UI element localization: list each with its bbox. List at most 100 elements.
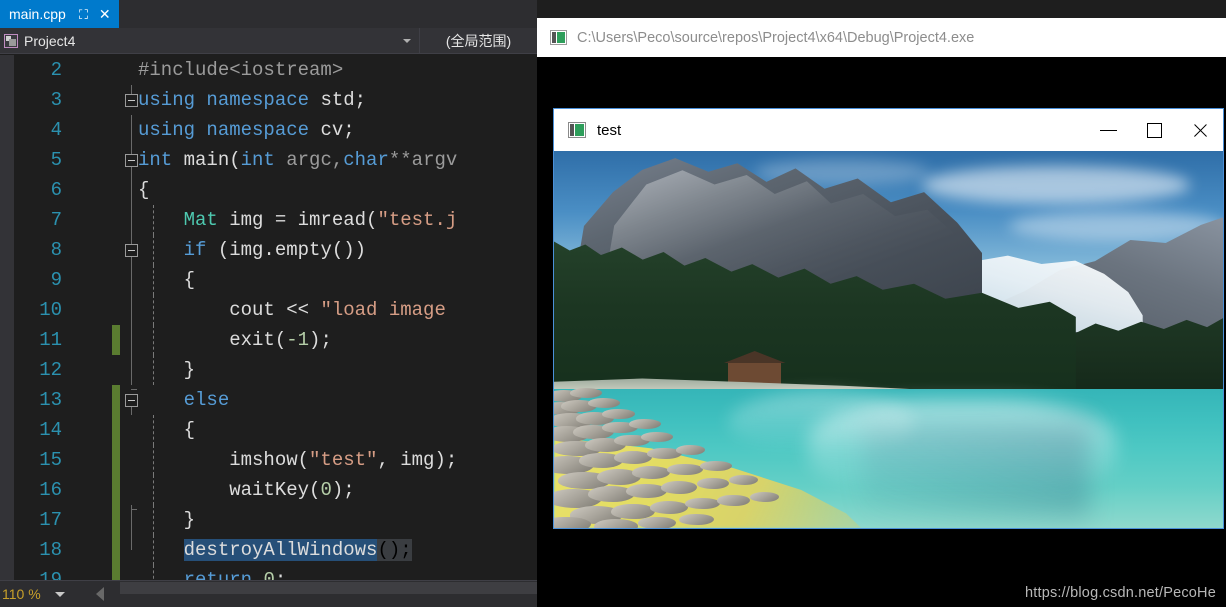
code-text: int main(int argc,char**argv [138,145,457,175]
code-token: argc, [286,149,344,171]
code-line[interactable]: 8 if (img.empty()) [14,235,537,265]
change-bar [112,475,120,505]
code-token: { [138,179,150,201]
code-line[interactable]: 14 { [14,415,537,445]
code-token: cv; [320,119,355,141]
code-text: { [138,265,195,295]
code-token: "load image [320,299,458,321]
console-title-bar[interactable]: C:\Users\Peco\source\repos\Project4\x64\… [537,18,1226,57]
code-text: cout << "load image [138,295,457,325]
collapse-minus-icon[interactable] [125,244,138,257]
line-number: 10 [39,299,62,321]
collapse-guide-line [131,175,132,205]
code-line[interactable]: 18 destroyAllWindows(); [14,535,537,565]
line-number: 11 [39,329,62,351]
rock-shape [602,409,635,420]
code-token: using [138,119,207,141]
change-bar [112,385,120,415]
code-line[interactable]: 7 Mat img = imread("test.j [14,205,537,235]
scope-dropdown-label: (全局范围) [445,32,512,49]
code-line[interactable]: 2 #include<iostream> [14,55,537,85]
image-display-window[interactable]: test [553,108,1224,529]
selection-margin [0,55,14,580]
rock-shape [667,463,703,475]
editor-tab-strip: main.cpp ⛶ ✕ [0,0,537,28]
line-number: 8 [50,239,62,261]
line-number: 9 [50,269,62,291]
code-line[interactable]: 16 waitKey(0); [14,475,537,505]
code-token: **argv [388,149,458,171]
code-token: } [138,359,196,381]
rock-shape [593,519,638,528]
opencv-window-icon [568,122,586,138]
collapse-minus-icon[interactable] [125,154,138,167]
code-text: #include<iostream> [138,55,343,85]
line-number: 2 [50,59,62,81]
change-bar [112,535,120,565]
code-token: #include<iostream> [138,59,344,81]
minimize-button[interactable] [1085,109,1131,151]
rock-shape [678,513,715,526]
code-token: img = imread( [229,209,378,231]
code-line[interactable]: 15 imshow("test", img); [14,445,537,475]
code-text: exit(-1); [138,325,332,355]
editor-tab-main-cpp[interactable]: main.cpp ⛶ ✕ [0,0,119,28]
line-number: 18 [39,539,62,561]
code-text: else [138,385,230,415]
code-text: destroyAllWindows(); [138,535,412,565]
code-token: ); [309,329,332,351]
rock-shape [676,444,706,455]
zoom-level-label: 110 % [2,586,41,602]
chevron-down-icon [403,38,411,43]
code-token: waitKey( [138,479,321,501]
scope-dropdown[interactable]: (全局范围) [420,28,537,53]
project-dropdown[interactable]: Project4 [0,28,420,53]
code-line[interactable]: 10 cout << "load image [14,295,537,325]
rock-shape [699,460,732,471]
caret-left-icon[interactable] [96,587,104,601]
code-token: } [138,509,196,531]
collapse-minus-icon[interactable] [125,394,138,407]
code-line[interactable]: 13 else [14,385,537,415]
collapse-minus-icon[interactable] [125,94,138,107]
code-line[interactable]: 9 { [14,265,537,295]
pin-icon[interactable]: ⛶ [79,8,88,21]
code-text: waitKey(0); [138,475,354,505]
change-bar [112,505,120,535]
navigation-bar: Project4 (全局范围) [0,28,537,54]
collapse-guide-stub [131,509,137,510]
code-token: imshow( [138,449,310,471]
code-text: imshow("test", img); [138,445,457,475]
project-icon [4,33,18,48]
code-editor-area[interactable]: 2 #include<iostream> 3 using namespace std;… [0,55,537,580]
code-line[interactable]: 3 using namespace std; [14,85,537,115]
collapse-guide-line [131,325,132,355]
line-number: 4 [50,119,62,141]
code-token: "test.j [377,209,458,231]
code-line[interactable]: 11 exit(-1); [14,325,537,355]
code-token: namespace [206,119,321,141]
code-text: Mat img = imread("test.j [138,205,458,235]
project-dropdown-label: Project4 [24,32,76,49]
code-token: "test" [309,449,378,471]
code-text: { [138,175,149,205]
code-line[interactable]: 4 using namespace cv; [14,115,537,145]
horizontal-scrollbar-track[interactable] [120,582,537,594]
close-button[interactable] [1177,109,1223,151]
line-number: 5 [50,149,62,171]
rock-shape [684,497,721,510]
code-line[interactable]: 12 } [14,355,537,385]
line-number: 3 [50,89,62,111]
code-line[interactable]: 19 return 0; [14,565,537,580]
zoom-level-dropdown[interactable]: 110 % [0,586,92,602]
code-line[interactable]: 17 } [14,505,537,535]
code-text: } [138,355,195,385]
code-line[interactable]: 6{ [14,175,537,205]
image-window-title-bar[interactable]: test [554,109,1223,151]
rock-shape [696,477,729,490]
code-line[interactable]: 5 int main(int argc,char**argv [14,145,537,175]
maximize-button[interactable] [1131,109,1177,151]
close-icon[interactable]: ✕ [99,7,111,21]
